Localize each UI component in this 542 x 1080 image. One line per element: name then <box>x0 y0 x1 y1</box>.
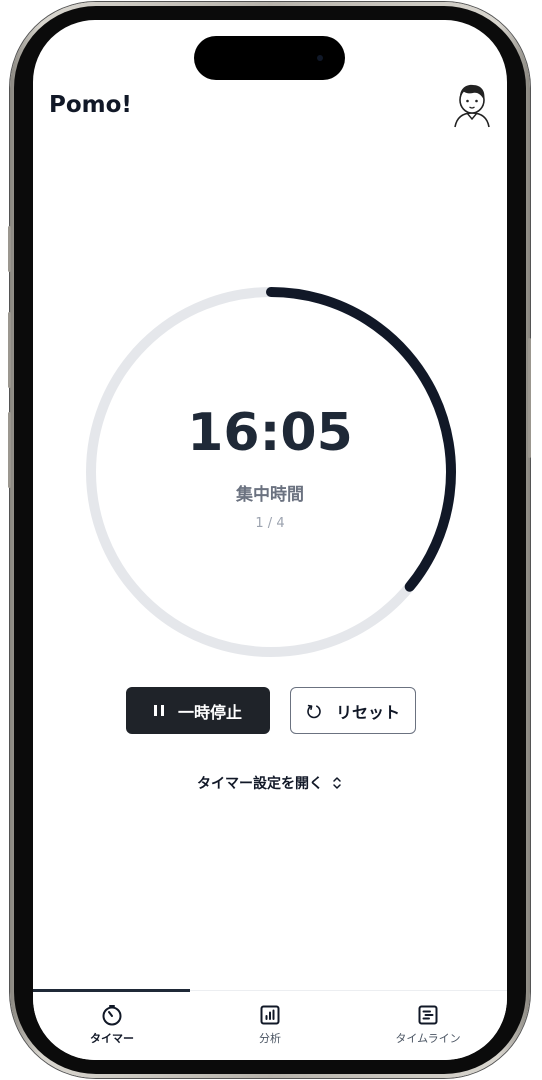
analytics-icon <box>260 1005 280 1025</box>
timer-settings-toggle[interactable]: タイマー設定を開く <box>33 773 507 793</box>
tab-analytics[interactable]: 分析 <box>191 1003 349 1046</box>
pause-button[interactable]: 一時停止 <box>126 687 270 734</box>
user-avatar-icon[interactable] <box>451 82 493 128</box>
phase-label: 集中時間 <box>236 485 304 505</box>
chevron-up-down-icon <box>333 777 341 789</box>
front-camera <box>317 55 323 61</box>
volume-down-button <box>8 412 11 488</box>
avatar-illustration <box>454 84 490 128</box>
app-title: Pomo! <box>49 92 132 118</box>
timer-icon <box>102 1005 122 1026</box>
reset-icon <box>307 704 321 718</box>
tab-timeline[interactable]: タイムライン <box>349 1003 507 1046</box>
power-button <box>528 338 531 458</box>
reset-button-label: リセット <box>335 702 400 722</box>
pause-icon <box>153 705 164 716</box>
active-tab-indicator <box>33 989 190 992</box>
silent-switch <box>8 226 11 272</box>
tab-timer[interactable]: タイマー <box>33 1003 191 1046</box>
tab-timeline-label: タイムライン <box>395 1032 461 1045</box>
timeline-icon <box>418 1005 438 1025</box>
timer-progress-ring <box>86 287 456 657</box>
reset-button[interactable]: リセット <box>290 687 416 734</box>
tab-analytics-label: 分析 <box>259 1032 281 1045</box>
tab-timer-label: タイマー <box>90 1032 134 1045</box>
remaining-time: 16:05 <box>187 403 353 463</box>
app-screen: Pomo! 16:05 集中時間 1 / 4 一時停止 リセット タイマー設定を… <box>33 20 507 1060</box>
dynamic-island <box>194 36 345 80</box>
volume-up-button <box>8 312 11 388</box>
timer-settings-label: タイマー設定を開く <box>197 776 323 792</box>
cycle-counter: 1 / 4 <box>255 516 285 531</box>
pause-button-label: 一時停止 <box>177 702 242 722</box>
bottom-tab-bar: タイマー 分析 タイムライン <box>33 989 507 1060</box>
